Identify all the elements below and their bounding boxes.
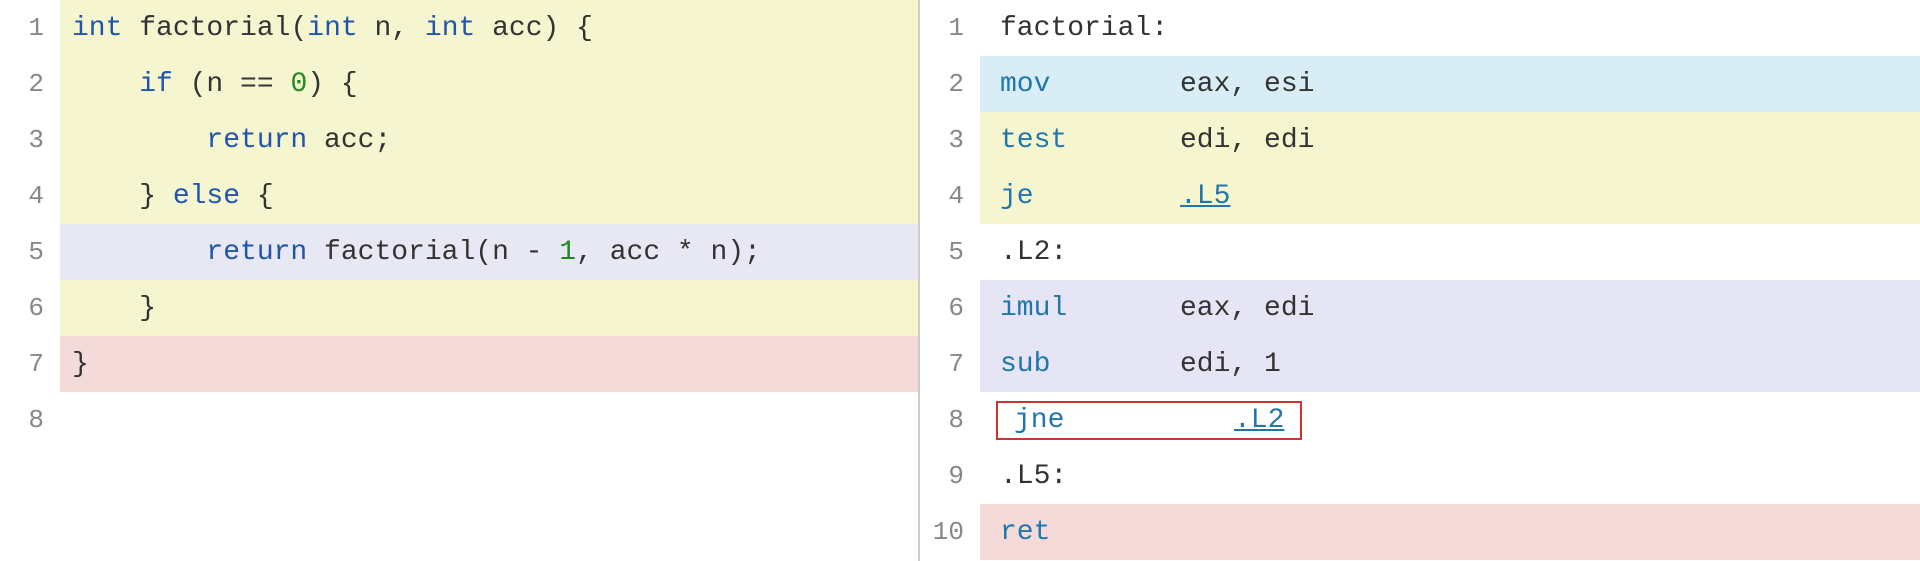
line-number: 6 — [920, 280, 980, 336]
plain-token: } — [72, 293, 156, 324]
plain-token: } — [72, 349, 89, 380]
left-pane: 1int factorial(int n, int acc) {2 if (n … — [0, 0, 920, 561]
asm-boxed-instruction: jne.L2 — [996, 401, 1302, 440]
plain-token: acc; — [307, 125, 391, 156]
asm-instruction: test — [1000, 125, 1180, 156]
line-content: .L2: — [980, 224, 1920, 280]
table-row: 3 return acc; — [0, 112, 918, 168]
table-row: 10 ret — [920, 504, 1920, 560]
line-content: if (n == 0) { — [60, 56, 918, 112]
plain-token: (n == — [173, 69, 291, 100]
line-content: subedi, 1 — [980, 336, 1920, 392]
line-number: 5 — [0, 224, 60, 280]
table-row: 9 .L5: — [920, 448, 1920, 504]
table-row: 5 .L2: — [920, 224, 1920, 280]
plain-token — [72, 69, 139, 100]
asm-operands: edi, 1 — [1180, 349, 1281, 380]
keyword-token: else — [173, 181, 240, 212]
line-number: 3 — [920, 112, 980, 168]
asm-instruction: imul — [1000, 293, 1180, 324]
plain-token: , acc * n); — [576, 237, 761, 268]
table-row: 1 factorial: — [920, 0, 1920, 56]
line-number: 1 — [0, 0, 60, 56]
line-number: 2 — [0, 56, 60, 112]
asm-operands: .L5 — [1180, 181, 1230, 212]
line-content: je.L5 — [980, 168, 1920, 224]
table-row: 5 return factorial(n - 1, acc * n); — [0, 224, 918, 280]
line-number: 8 — [920, 392, 980, 448]
asm-operands: eax, esi — [1180, 69, 1314, 100]
table-row: 4je.L5 — [920, 168, 1920, 224]
plain-token: factorial(n - — [307, 237, 559, 268]
table-row: 3testedi, edi — [920, 112, 1920, 168]
table-row: 1int factorial(int n, int acc) { — [0, 0, 918, 56]
table-row: 7subedi, 1 — [920, 336, 1920, 392]
number-token: 1 — [559, 237, 576, 268]
line-content: } — [60, 280, 918, 336]
asm-operands: eax, edi — [1180, 293, 1314, 324]
line-content: .L5: — [980, 448, 1920, 504]
keyword-token: if — [139, 69, 173, 100]
plain-token: { — [240, 181, 274, 212]
right-pane: 1factorial:2moveax, esi3testedi, edi4je.… — [920, 0, 1920, 561]
keyword-token: int — [425, 13, 475, 44]
line-number: 1 — [920, 0, 980, 56]
line-content: moveax, esi — [980, 56, 1920, 112]
keyword-token: return — [206, 237, 307, 268]
plain-token: ) { — [307, 69, 357, 100]
line-number: 5 — [920, 224, 980, 280]
number-token: 0 — [290, 69, 307, 100]
table-row: 6 } — [0, 280, 918, 336]
line-content: factorial: — [980, 0, 1920, 56]
line-content: } else { — [60, 168, 918, 224]
table-row: 7} — [0, 336, 918, 392]
line-content: imuleax, edi — [980, 280, 1920, 336]
line-content: jne.L2 — [980, 392, 1920, 448]
line-number: 7 — [920, 336, 980, 392]
line-content: return acc; — [60, 112, 918, 168]
keyword-token: return — [206, 125, 307, 156]
line-content: return factorial(n - 1, acc * n); — [60, 224, 918, 280]
asm-instruction: jne — [1014, 405, 1194, 436]
plain-token — [72, 125, 206, 156]
line-number: 2 — [920, 56, 980, 112]
plain-token: } — [72, 181, 173, 212]
asm-label: factorial: — [1000, 13, 1168, 44]
line-content — [60, 392, 918, 448]
line-content: int factorial(int n, int acc) { — [60, 0, 918, 56]
plain-token: factorial( — [122, 13, 307, 44]
plain-token: n, — [358, 13, 425, 44]
plain-token: acc) { — [475, 13, 593, 44]
table-row: 8 — [0, 392, 918, 448]
table-row: 2moveax, esi — [920, 56, 1920, 112]
line-number: 10 — [920, 504, 980, 560]
keyword-token: int — [307, 13, 357, 44]
line-number: 6 — [0, 280, 60, 336]
plain-token — [72, 237, 206, 268]
line-number: 9 — [920, 448, 980, 504]
asm-instruction: je — [1000, 181, 1180, 212]
line-number: 8 — [0, 392, 60, 448]
asm-operands: .L2 — [1194, 405, 1284, 436]
asm-instruction: mov — [1000, 69, 1180, 100]
line-content: } — [60, 336, 918, 392]
line-content: ret — [980, 504, 1920, 560]
asm-instruction: ret — [1000, 517, 1180, 548]
table-row: 6imuleax, edi — [920, 280, 1920, 336]
table-row: 8 jne.L2 — [920, 392, 1920, 448]
table-row: 4 } else { — [0, 168, 918, 224]
line-content: testedi, edi — [980, 112, 1920, 168]
asm-instruction: sub — [1000, 349, 1180, 380]
line-number: 7 — [0, 336, 60, 392]
line-number: 3 — [0, 112, 60, 168]
asm-operands: edi, edi — [1180, 125, 1314, 156]
line-number: 4 — [920, 168, 980, 224]
table-row: 2 if (n == 0) { — [0, 56, 918, 112]
line-number: 4 — [0, 168, 60, 224]
asm-label: .L5: — [1000, 461, 1067, 492]
asm-label: .L2: — [1000, 237, 1067, 268]
keyword-token: int — [72, 13, 122, 44]
